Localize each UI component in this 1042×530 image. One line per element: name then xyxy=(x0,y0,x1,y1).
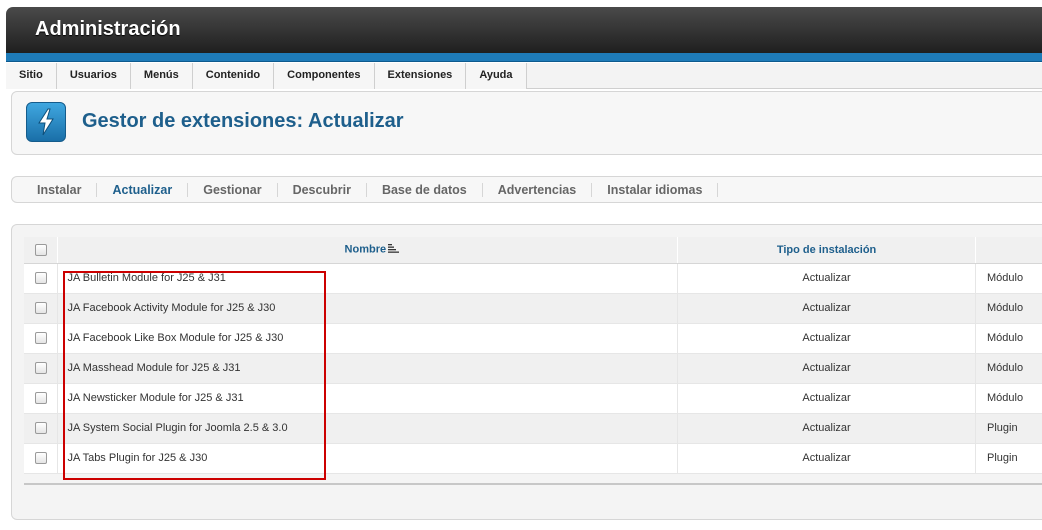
row-checkbox-cell xyxy=(24,353,59,384)
install-type: Actualizar xyxy=(677,443,976,474)
menu-sitio[interactable]: Sitio xyxy=(6,63,57,89)
install-type: Actualizar xyxy=(677,413,976,444)
extension-type: Plugin xyxy=(975,413,1042,444)
row-checkbox-cell xyxy=(24,383,59,414)
extension-name: JA Tabs Plugin for J25 & J30 xyxy=(57,443,679,474)
extension-type: Módulo xyxy=(975,293,1042,324)
row-checkbox-cell xyxy=(24,413,59,444)
table-box: Nombre Tipo de instalación T JA Bulletin… xyxy=(11,224,1042,520)
row-checkbox[interactable] xyxy=(34,362,47,375)
sort-ascending-icon xyxy=(388,243,400,256)
install-type: Actualizar xyxy=(677,323,976,354)
extension-name: JA Newsticker Module for J25 & J31 xyxy=(57,383,679,414)
row-checkbox[interactable] xyxy=(34,392,47,405)
table-row: JA Facebook Like Box Module for J25 & J3… xyxy=(24,323,1042,354)
admin-header: Administración xyxy=(6,7,1042,53)
install-type: Actualizar xyxy=(677,353,976,384)
menu-extensiones[interactable]: Extensiones xyxy=(374,63,467,89)
install-type: Actualizar xyxy=(677,293,976,324)
extension-type: Módulo xyxy=(975,383,1042,414)
tab-base-de-datos[interactable]: Base de datos xyxy=(367,182,483,197)
table-row: JA Facebook Activity Module for J25 & J3… xyxy=(24,293,1042,324)
row-checkbox[interactable] xyxy=(34,302,47,315)
extension-type: Módulo xyxy=(975,263,1042,294)
extension-type: Plugin xyxy=(975,443,1042,474)
extension-type: Módulo xyxy=(975,353,1042,384)
row-checkbox-cell xyxy=(24,263,59,294)
menu-componentes[interactable]: Componentes xyxy=(274,63,375,89)
install-type: Actualizar xyxy=(677,383,976,414)
install-type-column-header[interactable]: Tipo de instalación xyxy=(677,237,976,264)
table-header-row: Nombre Tipo de instalación T xyxy=(24,237,1042,264)
tab-actualizar[interactable]: Actualizar xyxy=(97,182,189,197)
tab-advertencias[interactable]: Advertencias xyxy=(483,182,593,197)
extension-name: JA Facebook Activity Module for J25 & J3… xyxy=(57,293,679,324)
row-checkbox[interactable] xyxy=(34,422,47,435)
install-type: Actualizar xyxy=(677,263,976,294)
extension-type: Módulo xyxy=(975,323,1042,354)
tab-instalar-idiomas[interactable]: Instalar idiomas xyxy=(592,182,719,197)
name-header-label: Nombre xyxy=(344,243,387,256)
row-checkbox[interactable] xyxy=(34,452,47,465)
toolbar-box: Gestor de extensiones: Actualizar xyxy=(11,91,1042,155)
table-row: JA System Social Plugin for Joomla 2.5 &… xyxy=(24,413,1042,444)
row-checkbox-cell xyxy=(24,293,59,324)
row-checkbox-cell xyxy=(24,323,59,354)
header-title: Administración xyxy=(35,18,181,40)
extension-name: JA Facebook Like Box Module for J25 & J3… xyxy=(57,323,679,354)
table-row: JA Masshead Module for J25 & J31 Actuali… xyxy=(24,353,1042,384)
extension-name: JA Masshead Module for J25 & J31 xyxy=(57,353,679,384)
table-row: JA Newsticker Module for J25 & J31 Actua… xyxy=(24,383,1042,414)
table-row: JA Bulletin Module for J25 & J31 Actuali… xyxy=(24,263,1042,294)
tab-gestionar[interactable]: Gestionar xyxy=(188,182,278,197)
row-checkbox[interactable] xyxy=(34,332,47,345)
submenu-tabs: Instalar Actualizar Gestionar Descubrir … xyxy=(11,176,1042,203)
type-column-header[interactable]: T xyxy=(975,237,1042,264)
menu-contenido[interactable]: Contenido xyxy=(192,63,275,89)
row-checkbox-cell xyxy=(24,443,59,474)
extension-name: JA System Social Plugin for Joomla 2.5 &… xyxy=(57,413,679,444)
page-title: Gestor de extensiones: Actualizar xyxy=(82,110,404,132)
select-all-checkbox[interactable] xyxy=(34,243,47,256)
lightning-bolt-icon xyxy=(26,102,66,142)
table-footer-line xyxy=(24,483,1042,485)
extensions-table: Nombre Tipo de instalación T JA Bulletin… xyxy=(24,237,1042,474)
table-row: JA Tabs Plugin for J25 & J30 Actualizar … xyxy=(24,443,1042,474)
header-stripe xyxy=(6,53,1042,62)
menu-ayuda[interactable]: Ayuda xyxy=(466,63,527,89)
row-checkbox[interactable] xyxy=(34,272,47,285)
tab-descubrir[interactable]: Descubrir xyxy=(278,182,367,197)
select-all-header xyxy=(24,237,59,264)
tab-instalar[interactable]: Instalar xyxy=(22,182,98,197)
menu-usuarios[interactable]: Usuarios xyxy=(56,63,131,89)
menu-menus[interactable]: Menús xyxy=(130,63,193,89)
name-column-header[interactable]: Nombre xyxy=(57,237,679,264)
main-menubar: Sitio Usuarios Menús Contenido Component… xyxy=(6,63,1042,89)
extension-name: JA Bulletin Module for J25 & J31 xyxy=(57,263,679,294)
